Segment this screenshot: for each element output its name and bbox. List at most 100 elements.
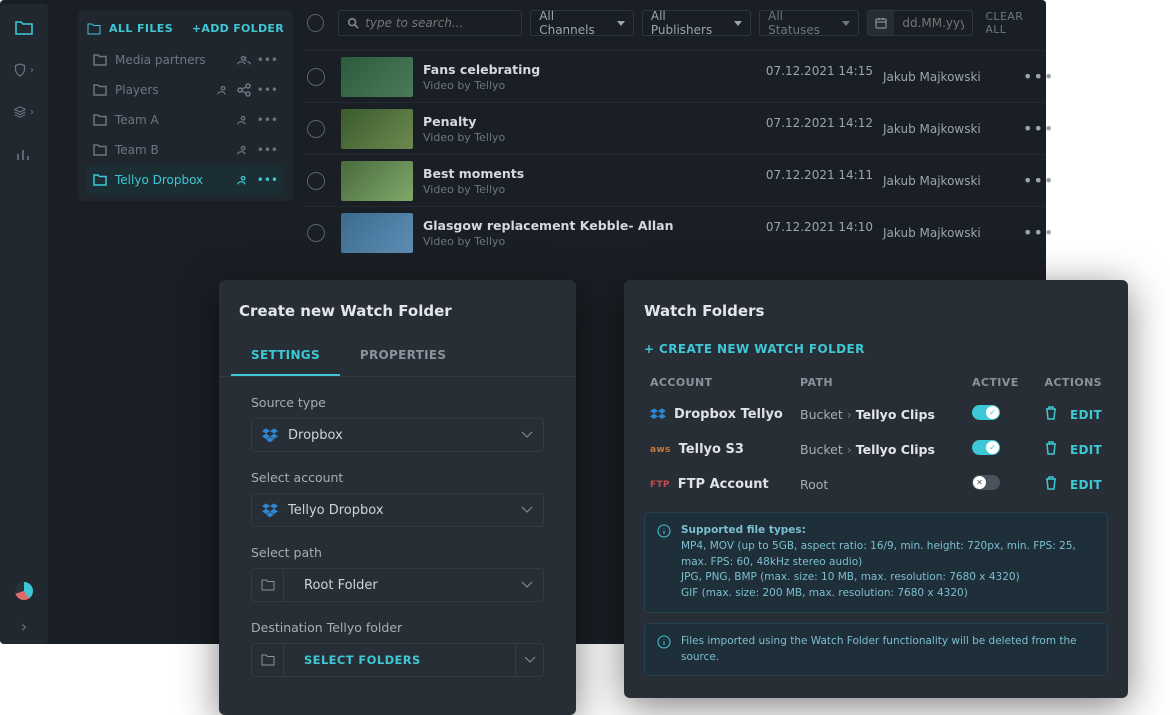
folder-panel: ALL FILES +ADD FOLDER Media partners •••… bbox=[78, 10, 293, 201]
media-title: Fans celebrating bbox=[423, 62, 756, 77]
source-type-label: Source type bbox=[251, 395, 544, 410]
media-date: 07.12.2021 14:11 bbox=[766, 168, 873, 194]
search-input[interactable] bbox=[365, 16, 513, 30]
nav-chart-icon[interactable] bbox=[14, 144, 34, 164]
tab-properties[interactable]: PROPERTIES bbox=[340, 336, 466, 376]
more-icon[interactable]: ••• bbox=[257, 53, 278, 67]
chevron-down-icon bbox=[524, 656, 536, 664]
chevron-down-icon bbox=[521, 506, 533, 514]
account-name: Dropbox Tellyo bbox=[674, 407, 783, 422]
dropbox-icon bbox=[262, 502, 278, 518]
watch-folder-row: awsTellyo S3 Bucket›Tellyo Clips EDIT bbox=[644, 432, 1108, 467]
media-row[interactable]: Glasgow replacement Kebble- Allan Video b… bbox=[305, 206, 1045, 258]
media-subtitle: Video by Tellyo bbox=[423, 235, 756, 248]
folder-item[interactable]: Tellyo Dropbox ••• bbox=[87, 165, 284, 195]
thumbnail bbox=[341, 109, 413, 149]
delete-icon[interactable] bbox=[1044, 440, 1058, 459]
row-checkbox[interactable] bbox=[307, 68, 325, 86]
deletion-warning-tip: Files imported using the Watch Folder fu… bbox=[644, 623, 1108, 677]
media-row[interactable]: Fans celebratingVideo by Tellyo 07.12.20… bbox=[305, 50, 1045, 102]
row-actions-icon[interactable]: ••• bbox=[1023, 223, 1045, 242]
col-account: ACCOUNT bbox=[650, 376, 800, 389]
active-toggle[interactable] bbox=[972, 405, 1000, 420]
col-path: PATH bbox=[800, 376, 972, 389]
info-icon bbox=[657, 635, 671, 649]
destination-select[interactable]: SELECT FOLDERS bbox=[251, 643, 544, 677]
date-filter[interactable] bbox=[867, 10, 973, 36]
nav-layers-icon[interactable]: › bbox=[14, 102, 34, 122]
folder-icon bbox=[261, 579, 275, 591]
aws-icon: aws bbox=[650, 445, 671, 455]
statuses-select[interactable]: All Statuses bbox=[759, 10, 859, 36]
active-toggle[interactable] bbox=[972, 440, 1000, 455]
modal-title: Watch Folders bbox=[624, 280, 1128, 328]
media-user: Jakub Majkowski bbox=[883, 174, 1013, 188]
clear-all-button[interactable]: CLEAR ALL bbox=[985, 10, 1045, 36]
folder-item[interactable]: Media partners ••• bbox=[87, 45, 284, 75]
media-subtitle: Video by Tellyo bbox=[423, 183, 756, 196]
more-icon[interactable]: ••• bbox=[257, 113, 278, 127]
account-label: Select account bbox=[251, 470, 544, 485]
row-checkbox[interactable] bbox=[307, 224, 325, 242]
folder-item[interactable]: Players ••• bbox=[87, 75, 284, 105]
more-icon[interactable]: ••• bbox=[257, 143, 278, 157]
col-actions: ACTIONS bbox=[1042, 376, 1102, 389]
path-label: Select path bbox=[251, 545, 544, 560]
folder-icon bbox=[261, 654, 275, 666]
media-subtitle: Video by Tellyo bbox=[423, 131, 756, 144]
thumbnail bbox=[341, 57, 413, 97]
media-list: Fans celebrating Video by Tellyo 07.12.20… bbox=[305, 50, 1045, 258]
nav-expand-icon[interactable]: › bbox=[14, 616, 34, 636]
account-name: FTP Account bbox=[678, 477, 769, 492]
media-date: 07.12.2021 14:15 bbox=[766, 64, 873, 90]
nav-files-icon[interactable] bbox=[14, 18, 34, 38]
source-type-select[interactable]: Dropbox bbox=[251, 418, 544, 452]
search-box[interactable] bbox=[338, 10, 522, 36]
row-checkbox[interactable] bbox=[307, 172, 325, 190]
path-select[interactable]: Root Folder bbox=[251, 568, 544, 602]
edit-button[interactable]: EDIT bbox=[1070, 478, 1102, 492]
media-user: Jakub Majkowski bbox=[883, 122, 1013, 136]
account-select[interactable]: Tellyo Dropbox bbox=[251, 493, 544, 527]
media-row[interactable]: PenaltyVideo by Tellyo 07.12.2021 14:12 … bbox=[305, 102, 1045, 154]
nav-shield-icon[interactable]: › bbox=[14, 60, 34, 80]
active-toggle[interactable] bbox=[972, 475, 1000, 490]
add-folder-button[interactable]: +ADD FOLDER bbox=[192, 22, 284, 35]
edit-button[interactable]: EDIT bbox=[1070, 408, 1102, 422]
media-user: Jakub Majkowski bbox=[883, 70, 1013, 84]
media-title: Penalty bbox=[423, 114, 756, 129]
dropbox-icon bbox=[650, 407, 666, 423]
media-title: Best moments bbox=[423, 166, 756, 181]
row-actions-icon[interactable]: ••• bbox=[1023, 171, 1045, 190]
channels-select[interactable]: All Channels bbox=[530, 10, 634, 36]
create-watch-folder-button[interactable]: + CREATE NEW WATCH FOLDER bbox=[624, 328, 1128, 368]
date-input[interactable] bbox=[894, 11, 972, 35]
delete-icon[interactable] bbox=[1044, 475, 1058, 494]
more-icon[interactable]: ••• bbox=[257, 173, 278, 187]
account-name: Tellyo S3 bbox=[679, 442, 744, 457]
all-files-link[interactable]: ALL FILES bbox=[87, 22, 173, 35]
row-checkbox[interactable] bbox=[307, 120, 325, 138]
row-actions-icon[interactable]: ••• bbox=[1023, 67, 1045, 86]
folder-item[interactable]: Team B ••• bbox=[87, 135, 284, 165]
dropbox-icon bbox=[262, 427, 278, 443]
publishers-select[interactable]: All Publishers bbox=[642, 10, 751, 36]
modal-title: Create new Watch Folder bbox=[219, 280, 576, 336]
tab-settings[interactable]: SETTINGS bbox=[231, 336, 340, 376]
delete-icon[interactable] bbox=[1044, 405, 1058, 424]
folder-item[interactable]: Team A ••• bbox=[87, 105, 284, 135]
nav-storage-icon[interactable] bbox=[15, 582, 33, 600]
destination-label: Destination Tellyo folder bbox=[251, 620, 544, 635]
chevron-down-icon bbox=[521, 581, 533, 589]
row-actions-icon[interactable]: ••• bbox=[1023, 119, 1045, 138]
create-watch-folder-modal: Create new Watch Folder SETTINGS PROPERT… bbox=[219, 280, 576, 715]
share-icon bbox=[237, 83, 251, 97]
col-active: ACTIVE bbox=[972, 376, 1042, 389]
select-all-checkbox[interactable] bbox=[307, 14, 324, 32]
media-title: Glasgow replacement Kebble- Allan bbox=[423, 218, 756, 233]
filter-toolbar: All Channels All Publishers All Statuses… bbox=[305, 10, 1045, 36]
more-icon[interactable]: ••• bbox=[257, 83, 278, 97]
media-row[interactable]: Best moments Video by Tellyo 07.12.2021 1… bbox=[305, 154, 1045, 206]
edit-button[interactable]: EDIT bbox=[1070, 443, 1102, 457]
watch-folders-modal: Watch Folders + CREATE NEW WATCH FOLDER … bbox=[624, 280, 1128, 698]
